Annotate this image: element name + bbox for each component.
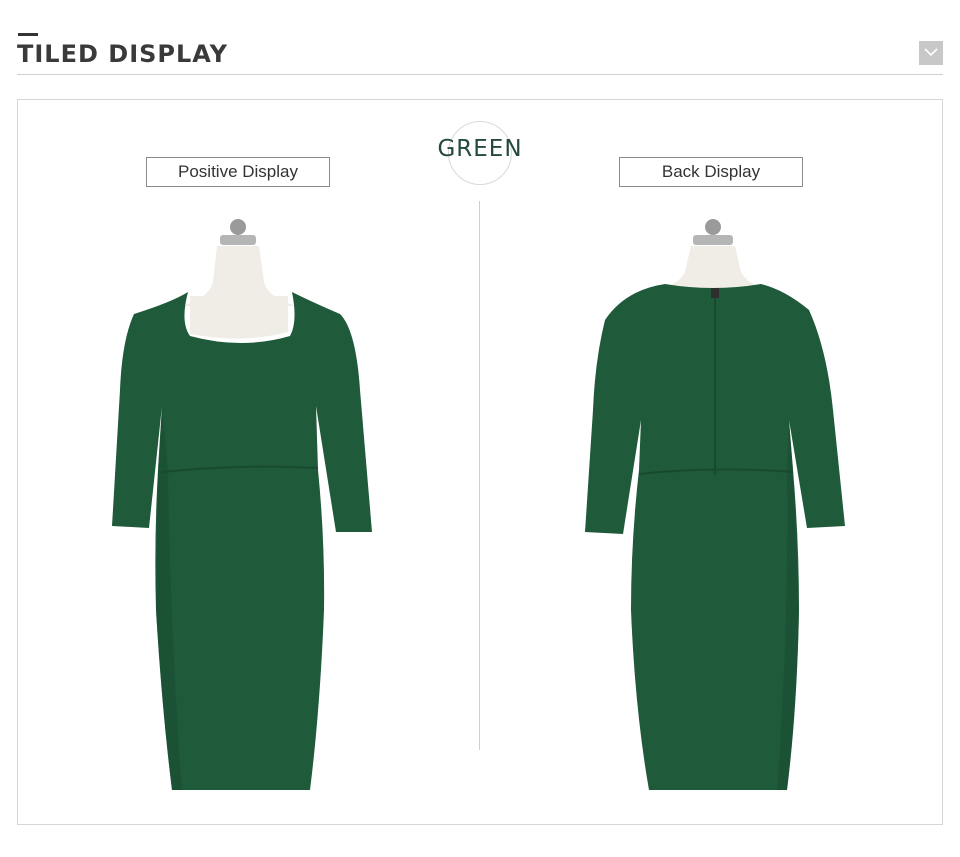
mannequin-knob bbox=[230, 219, 246, 235]
mannequin-cap bbox=[693, 235, 733, 245]
back-view-label: Back Display bbox=[619, 157, 803, 187]
header-divider bbox=[17, 74, 943, 75]
front-view-label: Positive Display bbox=[146, 157, 330, 187]
view-divider bbox=[479, 201, 480, 750]
mannequin-cap bbox=[220, 235, 256, 245]
header-accent-bar bbox=[18, 33, 38, 36]
mannequin-neck bbox=[661, 246, 765, 288]
collapse-button[interactable] bbox=[919, 41, 943, 65]
zipper-pull bbox=[711, 288, 719, 298]
chevron-down-icon bbox=[923, 44, 939, 62]
mannequin-chest bbox=[190, 296, 288, 339]
color-name-label: GREEN bbox=[437, 136, 523, 162]
section-title: TILED DISPLAY bbox=[17, 40, 228, 68]
front-view-image bbox=[92, 210, 392, 800]
mannequin-knob bbox=[705, 219, 721, 235]
back-view-image bbox=[565, 210, 865, 800]
dress-front bbox=[112, 292, 372, 790]
